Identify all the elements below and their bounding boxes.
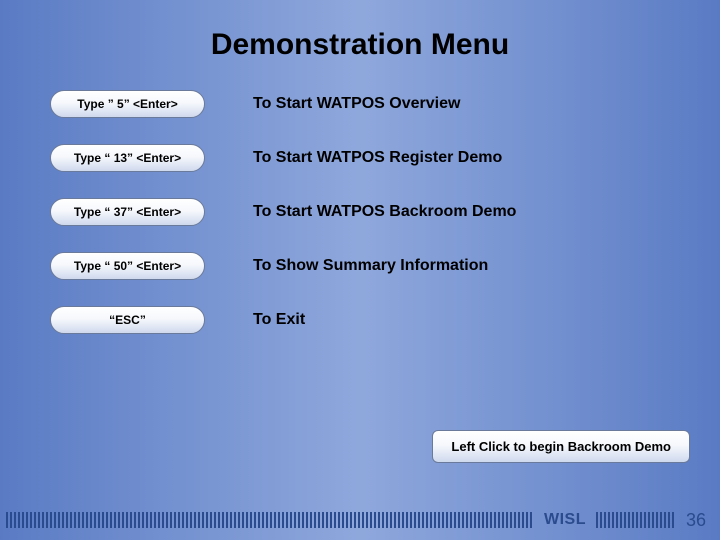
menu-row: Type “ 50” <Enter> To Show Summary Infor…: [50, 252, 720, 280]
menu-desc: To Start WATPOS Overview: [253, 95, 460, 113]
cta-wrap: Left Click to begin Backroom Demo: [432, 430, 690, 463]
footer: WISL 36: [0, 500, 720, 540]
page-number: 36: [686, 510, 706, 531]
menu-desc: To Start WATPOS Backroom Demo: [253, 203, 516, 221]
footer-ticks-right: [596, 512, 674, 528]
menu-list: Type ” 5” <Enter> To Start WATPOS Overvi…: [0, 90, 720, 334]
footer-brand: WISL: [544, 511, 586, 529]
footer-ticks-left: [6, 512, 534, 528]
menu-row: Type ” 5” <Enter> To Start WATPOS Overvi…: [50, 90, 720, 118]
menu-key-pill: Type “ 37” <Enter>: [50, 198, 205, 226]
begin-backroom-demo-button[interactable]: Left Click to begin Backroom Demo: [432, 430, 690, 463]
menu-desc: To Exit: [253, 311, 305, 329]
menu-key-pill: “ESC”: [50, 306, 205, 334]
menu-desc: To Show Summary Information: [253, 257, 488, 275]
menu-row: Type “ 37” <Enter> To Start WATPOS Backr…: [50, 198, 720, 226]
menu-desc: To Start WATPOS Register Demo: [253, 149, 502, 167]
menu-key-pill: Type ” 5” <Enter>: [50, 90, 205, 118]
menu-row: “ESC” To Exit: [50, 306, 720, 334]
page-title: Demonstration Menu: [0, 0, 720, 90]
menu-key-pill: Type “ 50” <Enter>: [50, 252, 205, 280]
menu-key-pill: Type “ 13” <Enter>: [50, 144, 205, 172]
menu-row: Type “ 13” <Enter> To Start WATPOS Regis…: [50, 144, 720, 172]
